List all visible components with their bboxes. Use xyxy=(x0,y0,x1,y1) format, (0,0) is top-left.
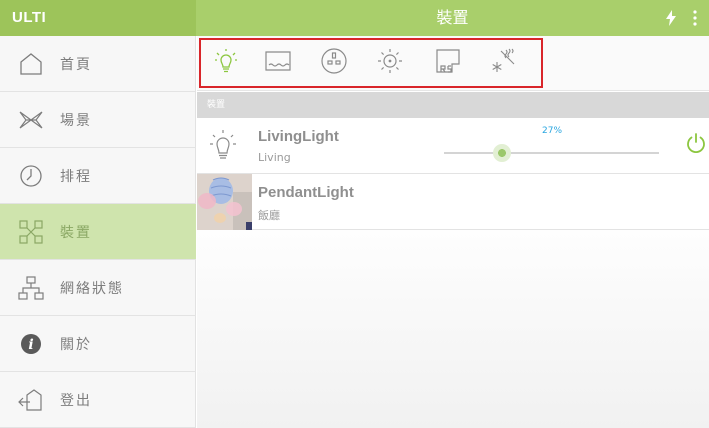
sidebar-item-scene[interactable]: 場景 xyxy=(0,92,196,148)
sidebar-item-label: 首頁 xyxy=(60,56,92,73)
sidebar-item-home[interactable]: 首頁 xyxy=(0,36,196,92)
device-row-livinglight[interactable]: LivingLight Living 27% xyxy=(197,118,709,174)
rs-panel-icon[interactable] xyxy=(433,46,463,76)
lightning-icon[interactable] xyxy=(665,0,679,36)
clock-icon xyxy=(16,161,46,191)
sidebar-item-devices[interactable]: 裝置 xyxy=(0,204,196,260)
main-panel: 裝置 LivingLight Living 27% PendantLight 飯… xyxy=(197,36,709,428)
network-icon xyxy=(16,273,46,303)
top-bar: ULTI 裝置 xyxy=(0,0,709,36)
curtain-icon[interactable] xyxy=(263,46,293,76)
device-room: 飯廳 xyxy=(258,209,280,222)
info-icon: i xyxy=(16,329,46,359)
socket-icon[interactable] xyxy=(319,46,349,76)
logout-icon xyxy=(16,385,46,415)
device-icon xyxy=(16,217,46,247)
device-type-bar xyxy=(197,36,709,91)
pendant-light-photo xyxy=(197,174,252,230)
sun-icon[interactable] xyxy=(375,46,405,76)
device-name: LivingLight xyxy=(258,128,339,145)
app-brand: ULTI xyxy=(0,0,196,36)
section-header: 裝置 xyxy=(197,92,709,118)
device-row-pendantlight[interactable]: PendantLight 飯廳 xyxy=(197,174,709,230)
slider-knob[interactable] xyxy=(493,144,512,162)
power-icon[interactable] xyxy=(685,132,707,154)
device-name: PendantLight xyxy=(258,184,354,201)
bulb-icon[interactable] xyxy=(211,46,241,76)
device-room: Living xyxy=(258,151,291,164)
sidebar-item-about[interactable]: i 關於 xyxy=(0,316,196,372)
sidebar-item-label: 裝置 xyxy=(60,224,92,241)
svg-text:i: i xyxy=(28,337,33,353)
page-title: 裝置 xyxy=(436,8,469,27)
sidebar-item-schedule[interactable]: 排程 xyxy=(0,148,196,204)
sidebar-item-label: 場景 xyxy=(60,112,92,129)
aircon-icon[interactable] xyxy=(487,46,517,76)
sidebar-item-label: 排程 xyxy=(60,168,92,185)
home-icon xyxy=(16,49,46,79)
brightness-percent: 27% xyxy=(542,126,563,136)
brightness-slider[interactable] xyxy=(444,144,659,162)
scene-icon xyxy=(16,105,46,135)
sidebar-item-label: 關於 xyxy=(60,336,92,353)
more-vertical-icon[interactable] xyxy=(693,0,703,36)
sidebar: 首頁 場景 排程 裝置 網絡狀態 i 關於 登出 xyxy=(0,36,196,428)
sidebar-item-label: 網絡狀態 xyxy=(60,280,124,297)
sidebar-item-network[interactable]: 網絡狀態 xyxy=(0,260,196,316)
bulb-icon xyxy=(205,126,241,166)
sidebar-item-logout[interactable]: 登出 xyxy=(0,372,196,428)
sidebar-item-label: 登出 xyxy=(60,392,92,409)
